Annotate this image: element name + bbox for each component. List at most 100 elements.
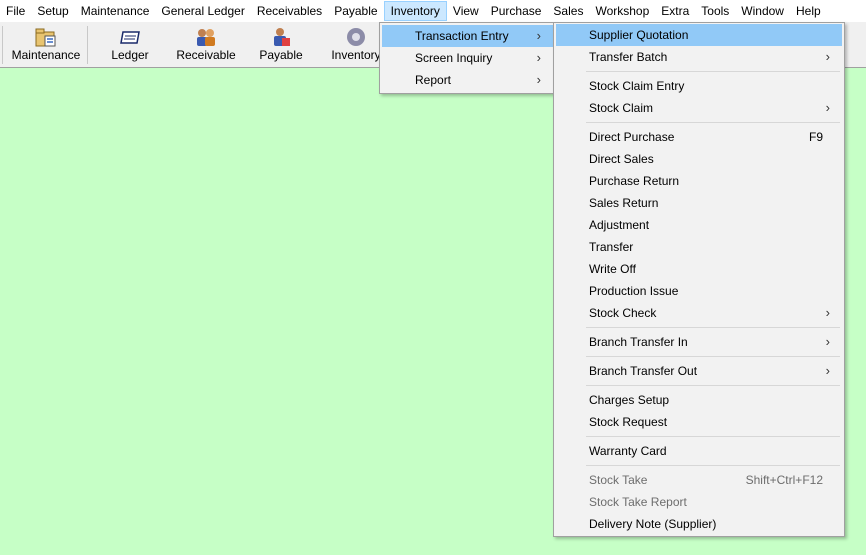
- menu-item-write-off[interactable]: Write Off: [556, 258, 842, 280]
- receivable-icon: [197, 29, 215, 46]
- toolbar-grip[interactable]: [2, 26, 5, 64]
- maintenance-icon: [35, 28, 56, 47]
- chevron-right-icon: ›: [536, 28, 541, 43]
- menu-item-branch-transfer-in[interactable]: Branch Transfer In ›: [556, 331, 842, 353]
- toolbar-receivable-button[interactable]: Receivable: [170, 24, 242, 66]
- menu-item-label: Stock Take: [589, 473, 648, 487]
- toolbar-maintenance-button[interactable]: Maintenance: [8, 24, 84, 66]
- menu-item-sales-return[interactable]: Sales Return: [556, 192, 842, 214]
- menu-separator: [556, 462, 842, 469]
- toolbar-button-label: Receivable: [176, 48, 236, 62]
- menu-item-label: Stock Claim: [589, 101, 654, 115]
- ledger-icon: [120, 31, 140, 44]
- menu-item-label: Transfer Batch: [589, 50, 668, 64]
- chevron-right-icon: ›: [536, 50, 541, 65]
- menu-item-transfer[interactable]: Transfer: [556, 236, 842, 258]
- menu-item-shortcut: F9: [808, 130, 823, 144]
- menu-item-label: Production Issue: [589, 284, 679, 298]
- menu-item-production-issue[interactable]: Production Issue: [556, 280, 842, 302]
- menu-payable[interactable]: Payable: [328, 1, 383, 21]
- menu-separator: [556, 324, 842, 331]
- menu-item-shortcut: Shift+Ctrl+F12: [745, 473, 823, 487]
- menu-item-label: Transaction Entry: [415, 29, 509, 43]
- menu-item-stock-claim-entry[interactable]: Stock Claim Entry: [556, 75, 842, 97]
- toolbar-button-label: Maintenance: [11, 48, 81, 62]
- menu-item-stock-take: Stock Take Shift+Ctrl+F12: [556, 469, 842, 491]
- menu-item-label: Direct Purchase: [589, 130, 675, 144]
- toolbar-separator: [87, 26, 88, 64]
- menu-purchase[interactable]: Purchase: [485, 1, 548, 21]
- menu-general-ledger[interactable]: General Ledger: [155, 1, 250, 21]
- chevron-right-icon: ›: [825, 363, 830, 378]
- menu-separator: [556, 353, 842, 360]
- menu-item-label: Report: [415, 73, 452, 87]
- transaction-entry-submenu: Supplier Quotation Transfer Batch › Stock C…: [553, 22, 845, 537]
- menu-maintenance[interactable]: Maintenance: [75, 1, 156, 21]
- menu-item-label: Branch Transfer In: [589, 335, 688, 349]
- menu-help[interactable]: Help: [790, 1, 827, 21]
- menu-item-label: Stock Claim Entry: [589, 79, 685, 93]
- menu-item-stock-request[interactable]: Stock Request: [556, 411, 842, 433]
- menu-item-supplier-quotation[interactable]: Supplier Quotation: [556, 24, 842, 46]
- menu-item-label: Stock Check: [589, 306, 657, 320]
- toolbar-button-label: Inventory: [331, 48, 381, 62]
- menu-item-adjustment[interactable]: Adjustment: [556, 214, 842, 236]
- menu-item-label: Sales Return: [589, 196, 659, 210]
- menu-view[interactable]: View: [447, 1, 485, 21]
- menu-item-label: Stock Request: [589, 415, 668, 429]
- menu-separator: [556, 119, 842, 126]
- menu-item-delivery-note-supplier[interactable]: Delivery Note (Supplier): [556, 513, 842, 535]
- toolbar-button-label: Payable: [259, 48, 303, 62]
- toolbar-payable-button[interactable]: Payable: [252, 24, 310, 66]
- menu-item-stock-take-report: Stock Take Report: [556, 491, 842, 513]
- menu-item-branch-transfer-out[interactable]: Branch Transfer Out ›: [556, 360, 842, 382]
- menu-item-transaction-entry[interactable]: Transaction Entry ›: [382, 25, 553, 47]
- menu-item-charges-setup[interactable]: Charges Setup: [556, 389, 842, 411]
- menu-separator: [556, 382, 842, 389]
- menu-separator: [556, 433, 842, 440]
- menu-tools[interactable]: Tools: [695, 1, 735, 21]
- menu-item-label: Adjustment: [589, 218, 650, 232]
- menu-bar: File Setup Maintenance General Ledger Receiv…: [0, 0, 866, 22]
- menu-window[interactable]: Window: [735, 1, 790, 21]
- menu-file[interactable]: File: [0, 1, 31, 21]
- chevron-right-icon: ›: [825, 49, 830, 64]
- menu-receivables[interactable]: Receivables: [251, 1, 328, 21]
- inventory-icon: [347, 28, 365, 46]
- toolbar-ledger-button[interactable]: Ledger: [100, 24, 160, 66]
- menu-item-label: Screen Inquiry: [415, 51, 493, 65]
- menu-extra[interactable]: Extra: [655, 1, 695, 21]
- inventory-menu: Transaction Entry › Screen Inquiry › Report ›: [379, 22, 556, 94]
- menu-item-label: Charges Setup: [589, 393, 670, 407]
- menu-item-direct-sales[interactable]: Direct Sales: [556, 148, 842, 170]
- menu-item-label: Write Off: [589, 262, 636, 276]
- menu-item-label: Direct Sales: [589, 152, 654, 166]
- chevron-right-icon: ›: [825, 100, 830, 115]
- chevron-right-icon: ›: [825, 305, 830, 320]
- chevron-right-icon: ›: [536, 72, 541, 87]
- menu-setup[interactable]: Setup: [31, 1, 74, 21]
- menu-separator: [556, 68, 842, 75]
- payable-icon: [274, 28, 290, 46]
- toolbar-button-label: Ledger: [111, 48, 149, 62]
- menu-item-transfer-batch[interactable]: Transfer Batch ›: [556, 46, 842, 68]
- menu-inventory[interactable]: Inventory: [383, 1, 447, 21]
- menu-item-label: Transfer: [589, 240, 634, 254]
- menu-item-label: Supplier Quotation: [589, 28, 689, 42]
- menu-item-label: Branch Transfer Out: [589, 364, 698, 378]
- chevron-right-icon: ›: [825, 334, 830, 349]
- menu-item-purchase-return[interactable]: Purchase Return: [556, 170, 842, 192]
- menu-item-screen-inquiry[interactable]: Screen Inquiry ›: [382, 47, 553, 69]
- menu-item-label: Purchase Return: [589, 174, 680, 188]
- menu-item-report[interactable]: Report ›: [382, 69, 553, 91]
- menu-item-label: Warranty Card: [589, 444, 667, 458]
- toolbar-inventory-button[interactable]: Inventory: [326, 24, 386, 66]
- menu-item-warranty-card[interactable]: Warranty Card: [556, 440, 842, 462]
- menu-sales[interactable]: Sales: [547, 1, 589, 21]
- menu-item-label: Stock Take Report: [589, 495, 687, 509]
- menu-item-stock-check[interactable]: Stock Check ›: [556, 302, 842, 324]
- menu-item-stock-claim[interactable]: Stock Claim ›: [556, 97, 842, 119]
- menu-item-direct-purchase[interactable]: Direct Purchase F9: [556, 126, 842, 148]
- menu-item-label: Delivery Note (Supplier): [589, 517, 717, 531]
- menu-workshop[interactable]: Workshop: [589, 1, 655, 21]
